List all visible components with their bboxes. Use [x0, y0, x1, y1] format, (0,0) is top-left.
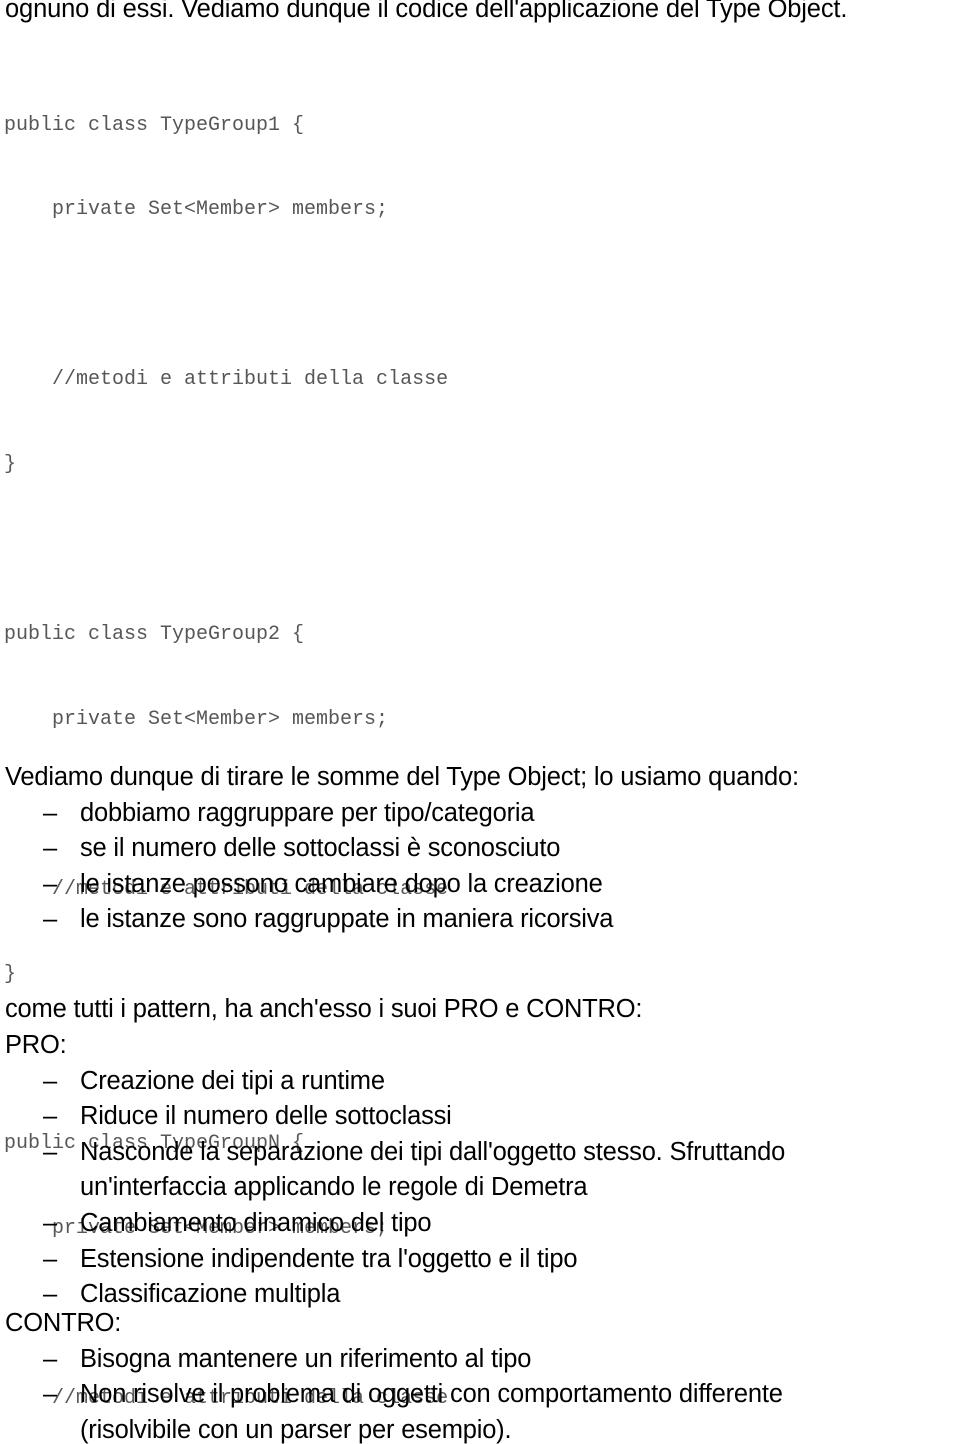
list-item: – le istanze sono raggruppate in maniera… [5, 902, 955, 938]
intro-paragraph: ognuno di essi. Vediamo dunque il codice… [5, 0, 848, 23]
list-item-label: Nasconde la separazione dei tipi dall'og… [80, 1137, 786, 1166]
code-line: public class TypeGroup2 { [4, 622, 305, 646]
list-item-label: Bisogna mantenere un riferimento al tipo [80, 1344, 532, 1373]
code-line: //metodi e attributi della classe [4, 368, 449, 392]
code-line: private Set<Member> members; [4, 707, 389, 731]
pro-section: PRO: – Creazione dei tipi a runtime – Ri… [5, 1028, 955, 1313]
list-item-label: Creazione dei tipi a runtime [80, 1066, 385, 1095]
contro-section: CONTRO: – Bisogna mantenere un riferimen… [5, 1306, 955, 1444]
list-item-label: Cambiamento dinamico del tipo [80, 1208, 432, 1237]
list-item-label: le istanze possono cambiare dopo la crea… [80, 869, 603, 898]
list-item: – dobbiamo raggruppare per tipo/categori… [5, 796, 955, 832]
list-item-label: Estensione indipendente tra l'oggetto e … [80, 1244, 578, 1273]
contro-bullet-list: – Bisogna mantenere un riferimento al ti… [5, 1342, 955, 1444]
document-page: ognuno di essi. Vediamo dunque il codice… [0, 0, 960, 1444]
list-item-label: le istanze sono raggruppate in maniera r… [80, 905, 614, 934]
list-item-label: Riduce il numero delle sottoclassi [80, 1102, 452, 1131]
list-item-continuation: un'interfaccia applicando le regole di D… [80, 1173, 588, 1202]
bullet-dash-icon: – [43, 1244, 57, 1273]
contro-heading: CONTRO: [5, 1309, 122, 1337]
pattern-note-section: come tutti i pattern, ha anch'esso i suo… [5, 992, 955, 1028]
list-item: – Non risolve il problema di oggetti con… [5, 1377, 955, 1444]
pro-heading: PRO: [5, 1031, 67, 1059]
list-item-label: se il numero delle sottoclassi è sconosc… [80, 834, 561, 863]
list-item: – Nasconde la separazione dei tipi dall'… [5, 1135, 955, 1206]
list-item-label: dobbiamo raggruppare per tipo/categoria [80, 798, 535, 827]
list-item: – Cambiamento dinamico del tipo [5, 1206, 955, 1242]
list-item-continuation: (risolvibile con un parser per esempio). [80, 1415, 512, 1444]
bullet-dash-icon: – [43, 869, 57, 898]
code-line: private Set<Member> members; [4, 198, 389, 222]
list-item: – Riduce il numero delle sottoclassi [5, 1099, 955, 1135]
bullet-dash-icon: – [43, 1102, 57, 1131]
summary-bullet-list: – dobbiamo raggruppare per tipo/categori… [5, 796, 955, 938]
code-line: } [4, 453, 17, 477]
list-item-label: Non risolve il problema di oggetti con c… [80, 1380, 783, 1409]
bullet-dash-icon: – [43, 798, 57, 827]
list-item: – Bisogna mantenere un riferimento al ti… [5, 1342, 955, 1378]
bullet-dash-icon: – [43, 1344, 57, 1373]
bullet-dash-icon: – [43, 834, 57, 863]
list-item: – Creazione dei tipi a runtime [5, 1064, 955, 1100]
code-line: public class TypeGroup1 { [4, 113, 305, 137]
list-item: – Estensione indipendente tra l'oggetto … [5, 1242, 955, 1278]
bullet-dash-icon: – [43, 1208, 57, 1237]
pattern-note: come tutti i pattern, ha anch'esso i suo… [5, 995, 643, 1023]
bullet-dash-icon: – [43, 905, 57, 934]
code-line: } [4, 962, 17, 986]
pro-bullet-list: – Creazione dei tipi a runtime – Riduce … [5, 1064, 955, 1313]
summary-lead: Vediamo dunque di tirare le somme del Ty… [5, 763, 799, 791]
bullet-dash-icon: – [43, 1137, 57, 1166]
bullet-dash-icon: – [43, 1380, 57, 1409]
list-item: – se il numero delle sottoclassi è scono… [5, 831, 955, 867]
bullet-dash-icon: – [43, 1066, 57, 1095]
list-item: – le istanze possono cambiare dopo la cr… [5, 867, 955, 903]
summary-section: Vediamo dunque di tirare le somme del Ty… [5, 760, 955, 938]
